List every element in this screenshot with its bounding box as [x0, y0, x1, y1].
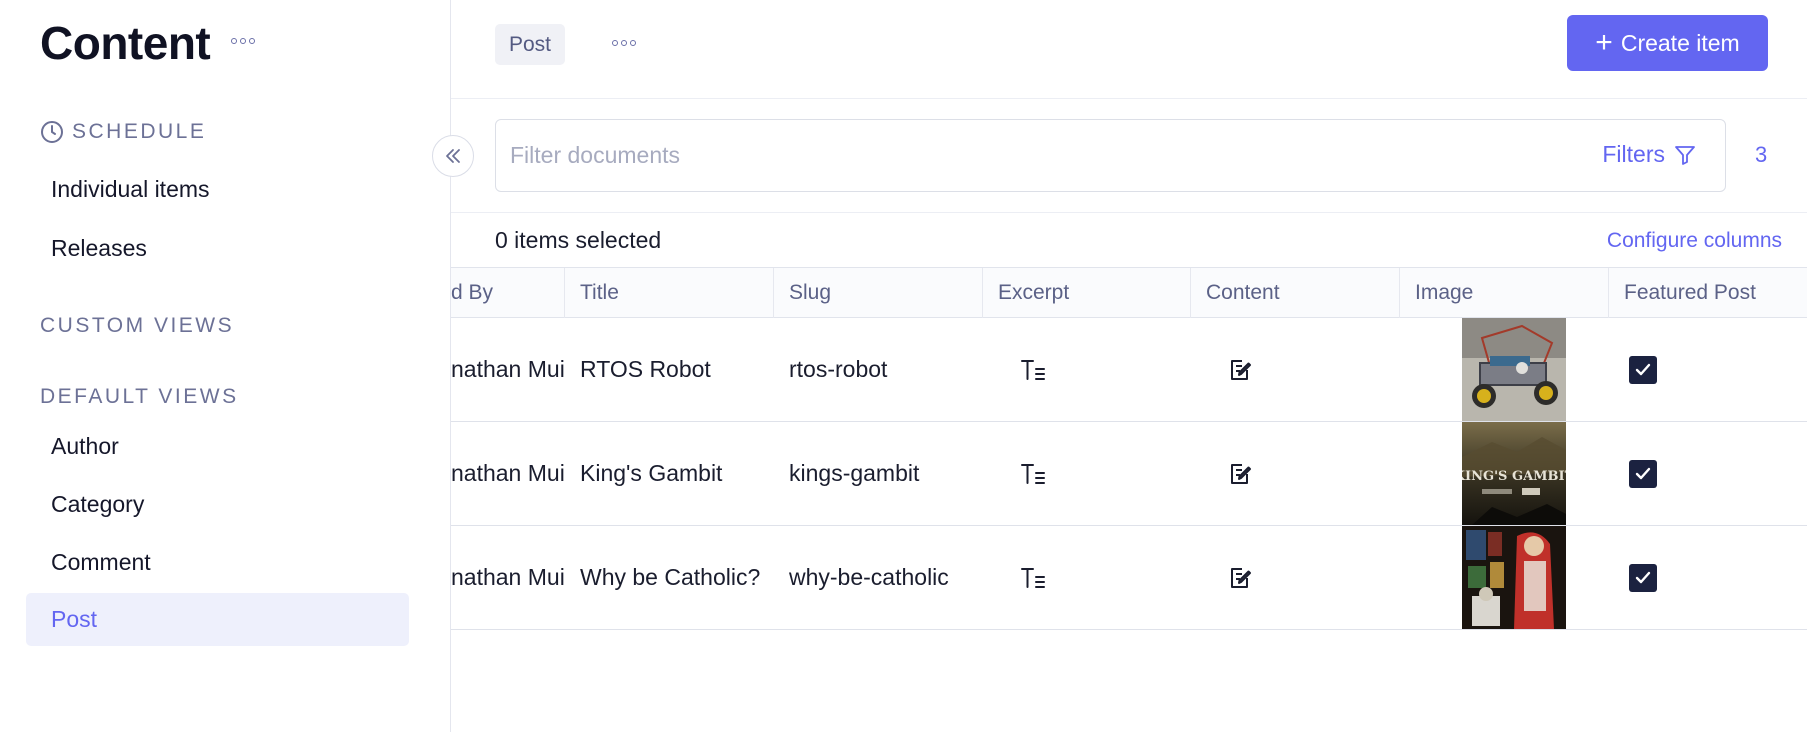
- more-options-icon[interactable]: [228, 30, 258, 52]
- featured-checkbox[interactable]: [1629, 460, 1657, 488]
- column-header-featured-post[interactable]: Featured Post: [1609, 268, 1807, 318]
- schedule-label: SCHEDULE: [72, 120, 207, 143]
- checkmark-icon: [1635, 571, 1651, 584]
- edit-document-icon: [1231, 463, 1251, 484]
- cell-excerpt: [983, 526, 1191, 629]
- clock-icon: [41, 121, 63, 143]
- cell-author: nathan Mui: [451, 460, 565, 486]
- custom-views-label: CUSTOM VIEWS: [40, 314, 235, 337]
- text-excerpt-icon: [1021, 359, 1045, 380]
- cell-excerpt: [983, 422, 1191, 525]
- edit-document-icon: [1231, 567, 1251, 588]
- document-count: 3: [1755, 142, 1768, 167]
- funnel-icon: [1675, 145, 1695, 165]
- plus-icon: +: [1595, 26, 1613, 59]
- cell-author: nathan Mui: [451, 356, 565, 382]
- cell-slug: why-be-catholic: [789, 564, 949, 590]
- double-chevron-left-icon: [446, 149, 460, 163]
- post-image-catholic[interactable]: [1462, 526, 1566, 629]
- cell-slug: rtos-robot: [789, 356, 888, 382]
- text-excerpt-icon: [1021, 567, 1045, 588]
- sidebar-item-post[interactable]: Post: [26, 593, 409, 646]
- filter-bar: Filters: [495, 119, 1726, 192]
- table-header: d By Title Slug Excerpt Content Image Fe…: [451, 267, 1807, 318]
- cell-content: [1191, 422, 1400, 525]
- sidebar-item-author[interactable]: Author: [51, 433, 119, 460]
- top-bar: Post + Create item: [451, 0, 1807, 99]
- configure-columns-link[interactable]: Configure columns: [1607, 229, 1782, 253]
- cell-excerpt: [983, 318, 1191, 421]
- featured-checkbox[interactable]: [1629, 564, 1657, 592]
- tab-post[interactable]: Post: [495, 24, 566, 65]
- sidebar: Content SCHEDULE Individual items Releas…: [0, 0, 451, 732]
- column-header-author[interactable]: d By: [451, 268, 565, 318]
- selection-count: 0 items selected: [495, 227, 662, 253]
- table-row[interactable]: nathan Mui King's Gambit kings-gambit KI…: [451, 422, 1807, 526]
- column-header-excerpt[interactable]: Excerpt: [983, 268, 1191, 318]
- filters-label: Filters: [1602, 141, 1665, 167]
- kings-gambit-image-title: KING'S GAMBIT: [1462, 469, 1566, 484]
- cell-title[interactable]: RTOS Robot: [565, 318, 774, 421]
- cell-content: [1191, 318, 1400, 421]
- create-item-label: Create item: [1620, 29, 1740, 56]
- table-row[interactable]: nathan Mui RTOS Robot rtos-robot: [451, 318, 1807, 422]
- column-header-content[interactable]: Content: [1191, 268, 1400, 318]
- table-row[interactable]: nathan Mui Why be Catholic? why-be-catho…: [451, 526, 1807, 630]
- sidebar-title: Content: [40, 17, 211, 69]
- selection-bar: 0 items selected Configure columns: [451, 212, 1807, 268]
- column-header-title[interactable]: Title: [565, 268, 774, 318]
- schedule-section: SCHEDULE: [40, 120, 206, 144]
- column-header-image[interactable]: Image: [1400, 268, 1609, 318]
- filter-input[interactable]: [510, 120, 1410, 191]
- post-image-kings-gambit[interactable]: KING'S GAMBIT: [1462, 422, 1566, 525]
- sidebar-item-comment[interactable]: Comment: [51, 549, 151, 576]
- collapse-sidebar-button[interactable]: [432, 135, 474, 177]
- main-panel: Post + Create item Filters 3 0 items sel…: [451, 0, 1807, 732]
- sidebar-item-releases[interactable]: Releases: [51, 235, 147, 262]
- checkmark-icon: [1635, 467, 1651, 480]
- cell-title[interactable]: King's Gambit: [565, 422, 774, 525]
- more-options-icon[interactable]: [608, 32, 640, 54]
- documents-table: d By Title Slug Excerpt Content Image Fe…: [451, 267, 1807, 630]
- post-image-robot[interactable]: [1462, 318, 1566, 421]
- text-excerpt-icon: [1021, 463, 1045, 484]
- cell-slug: kings-gambit: [789, 460, 920, 486]
- edit-document-icon: [1231, 359, 1251, 380]
- cell-title[interactable]: Why be Catholic?: [565, 526, 774, 629]
- cell-author: nathan Mui: [451, 564, 565, 590]
- filters-button[interactable]: Filters: [1602, 141, 1697, 168]
- sidebar-item-individual-items[interactable]: Individual items: [51, 176, 210, 203]
- cell-content: [1191, 526, 1400, 629]
- checkmark-icon: [1635, 363, 1651, 376]
- sidebar-item-category[interactable]: Category: [51, 491, 144, 518]
- default-views-label: DEFAULT VIEWS: [40, 385, 239, 408]
- create-item-button[interactable]: + Create item: [1567, 15, 1768, 71]
- column-header-slug[interactable]: Slug: [774, 268, 983, 318]
- featured-checkbox[interactable]: [1629, 356, 1657, 384]
